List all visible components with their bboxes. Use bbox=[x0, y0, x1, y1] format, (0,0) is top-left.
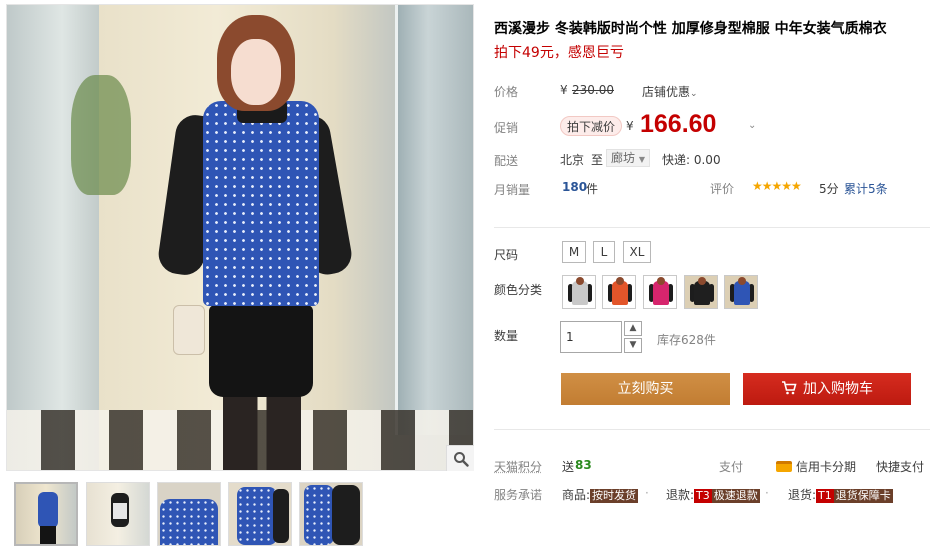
chevron-down-icon: ▼ bbox=[638, 155, 645, 164]
service-goods[interactable]: 商品: 按时发货 bbox=[562, 486, 639, 503]
quick-pay-label: 快捷支付 bbox=[876, 460, 925, 474]
monthly-sales-label: 月销量 bbox=[494, 183, 531, 197]
separator-dot: · bbox=[645, 486, 649, 500]
express-fee: 快递: 0.00 bbox=[662, 153, 721, 167]
shop-discount-dropdown[interactable]: 店铺优惠⌄ bbox=[642, 83, 698, 100]
size-option-m[interactable]: M bbox=[562, 241, 586, 263]
image-background-pillar bbox=[7, 5, 99, 470]
service-refund[interactable]: 退款: T3 极速退款 bbox=[666, 486, 760, 503]
chevron-down-icon: ▼ bbox=[629, 340, 637, 350]
divider bbox=[494, 227, 930, 228]
image-background-plant bbox=[71, 75, 131, 195]
shop-discount-label: 店铺优惠 bbox=[642, 85, 691, 99]
promo-tag: 拍下减价 bbox=[560, 116, 623, 136]
buy-now-button[interactable]: 立刻购买 bbox=[561, 373, 730, 405]
product-title: 西溪漫步 冬装韩版时尚个性 加厚修身型棉服 中年女装气质棉衣 bbox=[494, 21, 887, 37]
main-product-image[interactable] bbox=[6, 4, 474, 471]
color-option-rose[interactable] bbox=[643, 275, 677, 309]
quantity-input[interactable]: 1 bbox=[560, 321, 622, 353]
monthly-sales-count: 180 bbox=[562, 180, 588, 194]
service-return-prefix: 退货: bbox=[788, 488, 817, 502]
rating-stars: ★★★★★ bbox=[752, 179, 802, 193]
service-return[interactable]: 退货: T1 退货保障卡 bbox=[788, 486, 893, 503]
color-option-blue[interactable] bbox=[724, 275, 758, 309]
service-promise-label: 服务承诺 bbox=[494, 488, 543, 502]
fast-refund-badge: 极速退款 bbox=[711, 489, 760, 503]
credit-card-icon bbox=[776, 461, 792, 472]
product-subtitle: 拍下49元，感恩巨亏 bbox=[494, 45, 624, 61]
payment-label: 支付 bbox=[719, 460, 744, 474]
credit-installment-label: 信用卡分期 bbox=[796, 460, 857, 474]
thumbnail-1[interactable] bbox=[14, 482, 78, 546]
size-option-l[interactable]: L bbox=[593, 241, 615, 263]
promo-expand-chevron-icon[interactable]: ⌄ bbox=[748, 120, 756, 131]
rating-label: 评价 bbox=[710, 182, 735, 196]
chevron-up-icon: ▲ bbox=[629, 323, 637, 333]
promo-label: 促销 bbox=[494, 121, 519, 135]
quantity-label: 数量 bbox=[494, 329, 519, 343]
service-refund-prefix: 退款: bbox=[666, 488, 695, 502]
chevron-down-icon: ⌄ bbox=[690, 89, 698, 99]
stock-count: 库存628件 bbox=[657, 333, 716, 347]
credit-installment-link[interactable]: 信用卡分期 bbox=[776, 458, 856, 475]
thumbnail-2[interactable] bbox=[86, 482, 150, 546]
destination-city-select[interactable]: 廊坊 ▼ bbox=[606, 149, 650, 167]
monthly-sales-unit: 件 bbox=[586, 182, 599, 196]
divider bbox=[494, 429, 930, 430]
model-figure bbox=[156, 15, 357, 470]
color-option-orange[interactable] bbox=[602, 275, 636, 309]
add-to-cart-button[interactable]: 加入购物车 bbox=[743, 373, 911, 405]
size-option-xl[interactable]: XL bbox=[623, 241, 651, 263]
return-guarantee-badge: 退货保障卡 bbox=[833, 489, 893, 503]
promo-currency-symbol: ¥ bbox=[626, 119, 634, 133]
points-value: 83 bbox=[575, 458, 592, 472]
delivery-label: 配送 bbox=[494, 154, 519, 168]
add-to-cart-label: 加入购物车 bbox=[803, 381, 873, 397]
points-prefix: 送 bbox=[562, 460, 575, 474]
promo-price: 166.60 bbox=[640, 110, 717, 138]
thumbnail-4[interactable] bbox=[228, 482, 292, 546]
separator-dot: · bbox=[765, 486, 769, 500]
image-background-door bbox=[395, 5, 473, 435]
color-option-black[interactable] bbox=[684, 275, 718, 309]
rating-score: 5分 bbox=[819, 182, 839, 196]
zoom-icon[interactable] bbox=[446, 445, 474, 471]
destination-city: 廊坊 bbox=[611, 151, 636, 165]
price-panel: 价格 ¥ 230.00 店铺优惠⌄ 促销 拍下减价 ¥ 166.60 ⌄ 配送 … bbox=[494, 72, 930, 227]
return-code-badge: T1 bbox=[816, 489, 834, 503]
review-count-link[interactable]: 累计5条 bbox=[844, 180, 888, 197]
refund-code-badge: T3 bbox=[694, 489, 712, 503]
delivery-from: 北京 bbox=[560, 153, 585, 167]
points-label[interactable]: 天猫积分 bbox=[494, 458, 542, 475]
price-label: 价格 bbox=[494, 85, 519, 99]
currency-symbol: ¥ bbox=[560, 83, 568, 97]
size-label: 尺码 bbox=[494, 248, 519, 262]
thumbnail-5[interactable] bbox=[299, 482, 363, 546]
on-time-delivery-badge: 按时发货 bbox=[590, 489, 639, 503]
color-label: 颜色分类 bbox=[494, 283, 543, 297]
cart-icon bbox=[781, 375, 797, 407]
thumbnail-3[interactable] bbox=[157, 482, 221, 546]
color-option-grey[interactable] bbox=[562, 275, 596, 309]
delivery-to-word: 至 bbox=[591, 153, 604, 167]
original-price: 230.00 bbox=[572, 83, 614, 97]
quantity-decrease-button[interactable]: ▼ bbox=[624, 338, 642, 353]
quantity-increase-button[interactable]: ▲ bbox=[624, 321, 642, 336]
service-goods-prefix: 商品: bbox=[562, 488, 591, 502]
